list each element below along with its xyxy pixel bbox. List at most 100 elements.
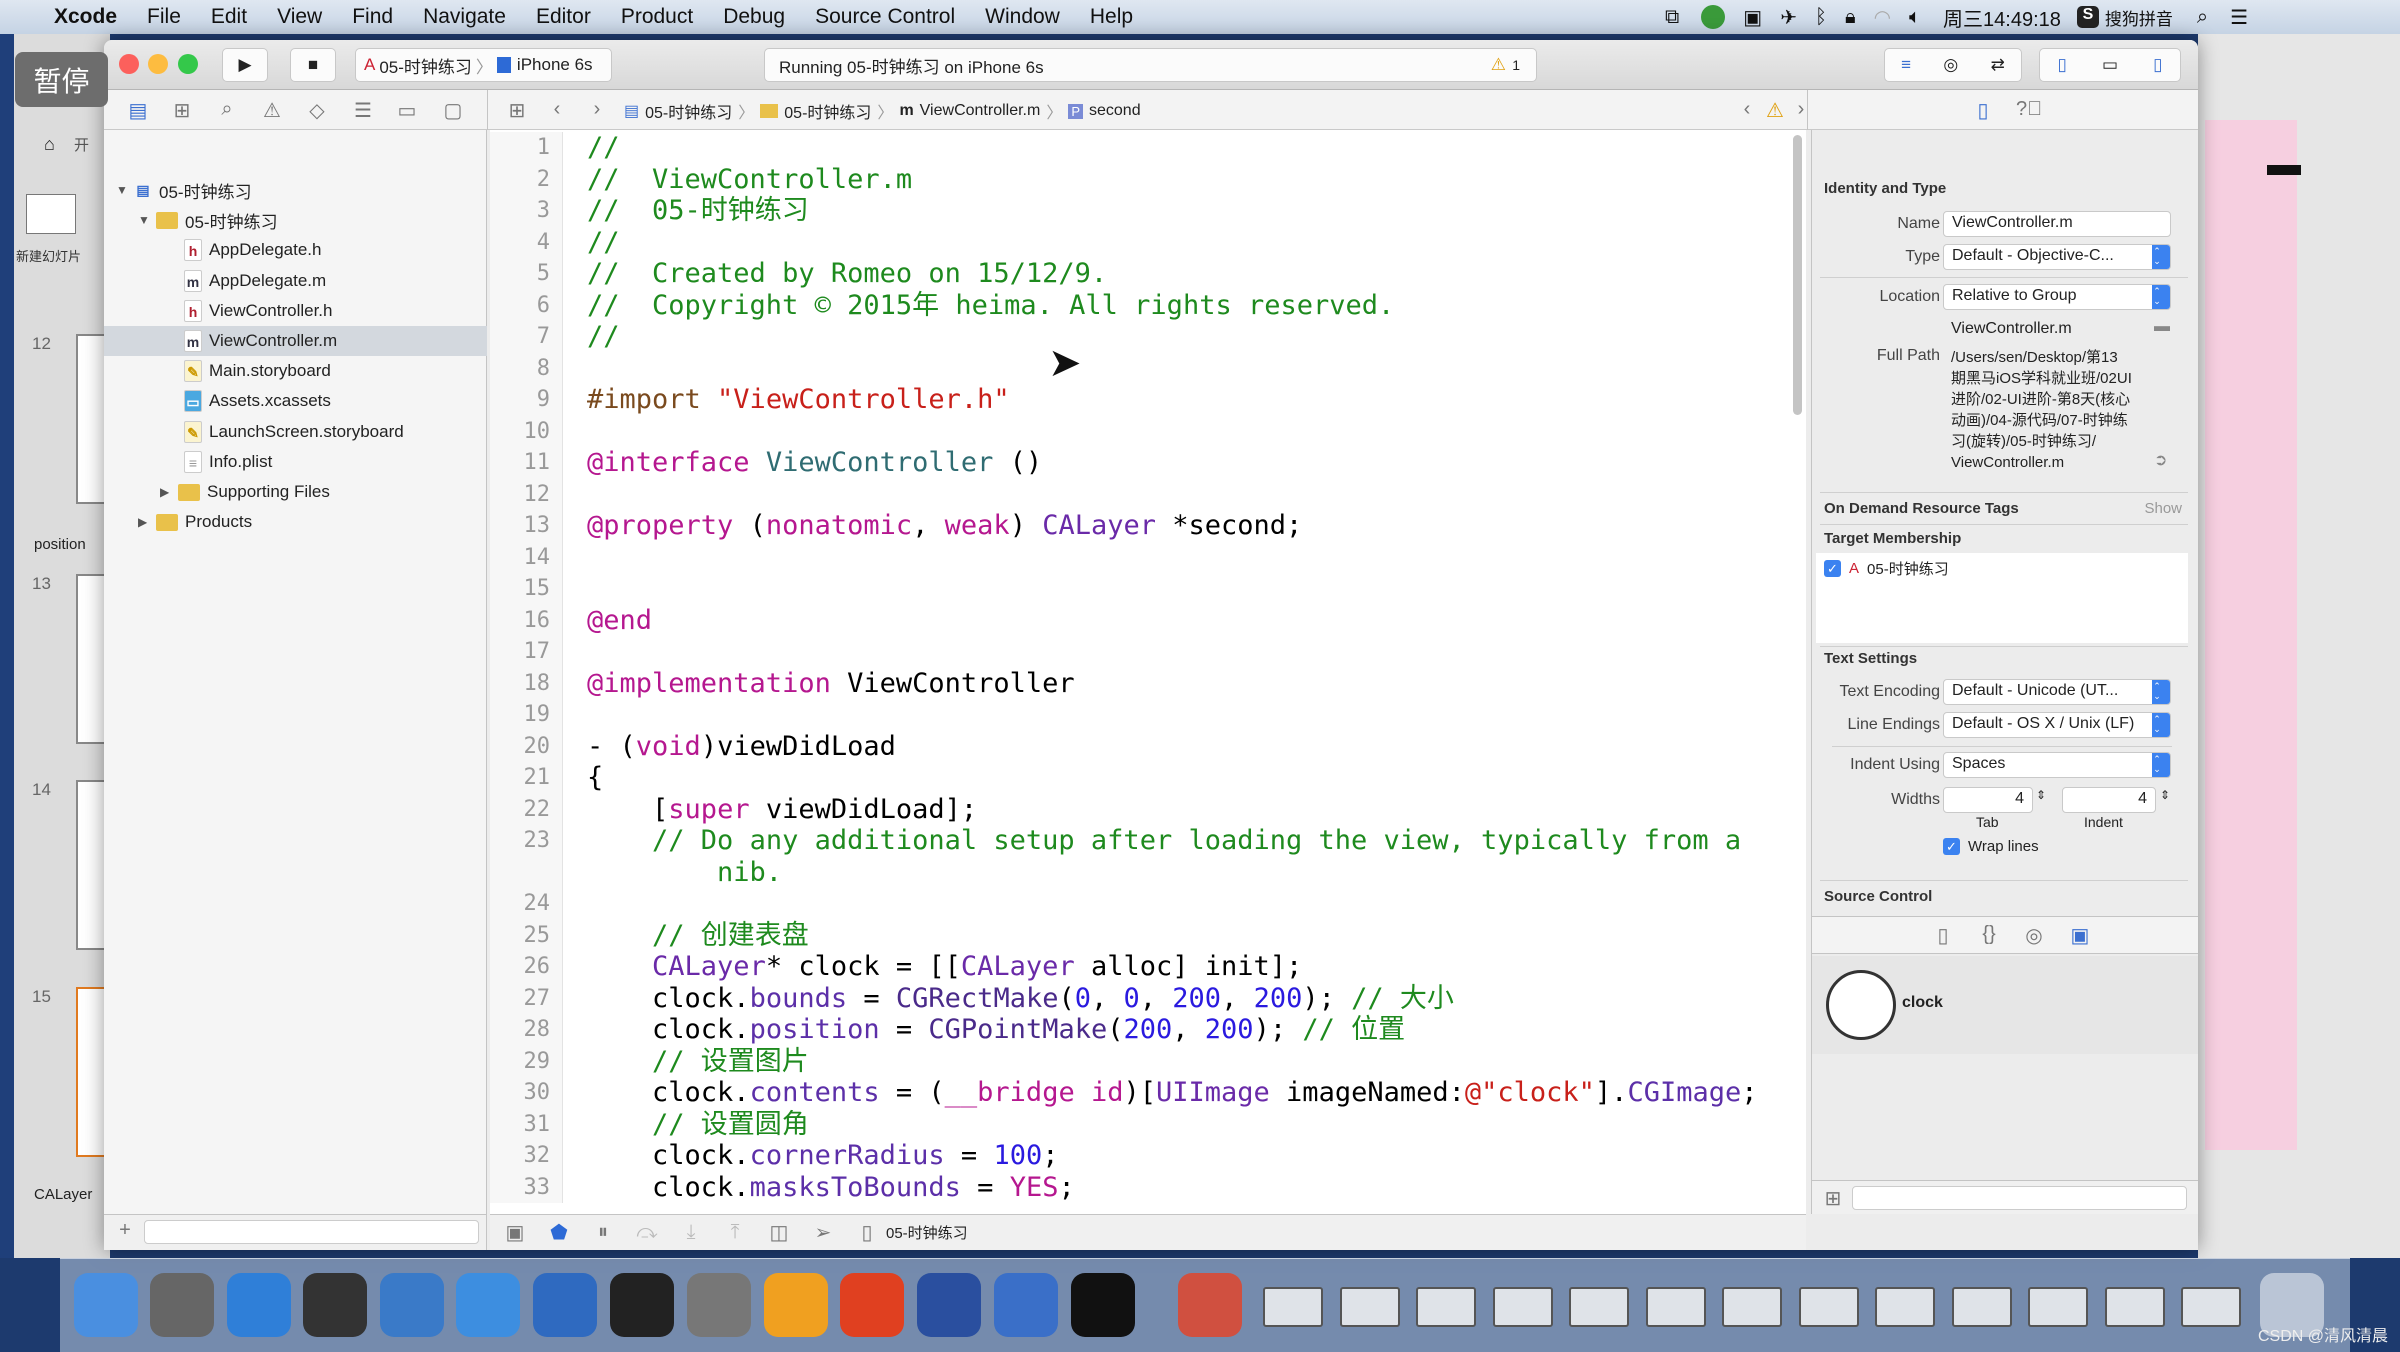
menu-window[interactable]: Window [985,5,1060,29]
code-line[interactable]: 30 clock.contents = (__bridge id)[UIImag… [490,1077,1806,1109]
minimized-window[interactable] [1263,1287,1323,1327]
standard-editor-icon[interactable]: ≡ [1901,55,1911,75]
line-number[interactable]: 4 [490,226,563,258]
code-line[interactable]: 21 { [490,762,1806,794]
type-popup[interactable]: Default - Objective-C... [1943,244,2171,270]
stop-button[interactable]: ■ [290,48,336,82]
line-number[interactable]: 3 [490,195,563,227]
line-number[interactable]: 28 [490,1014,563,1046]
debug-area-toggle-icon[interactable]: ▭ [2102,55,2118,75]
line-number[interactable]: 25 [490,919,563,951]
player-icon[interactable] [1701,5,1726,29]
assistant-editor-icon[interactable]: ◎ [1943,55,1958,75]
finder-icon[interactable] [74,1273,138,1337]
code-line[interactable]: 5 // Created by Romeo on 15/12/9. [490,258,1806,290]
code-line[interactable]: 28 clock.position = CGPointMake(200, 200… [490,1014,1806,1046]
minimized-window[interactable] [1722,1287,1782,1327]
next-issue-icon[interactable]: › [1788,98,1814,121]
line-number[interactable]: 24 [490,888,563,920]
launchpad-icon[interactable] [150,1273,214,1337]
code-line[interactable]: 4 // [490,226,1806,258]
navigator-toggle-icon[interactable]: ▯ [2058,55,2067,75]
screen-capture-icon[interactable]: ⧉ [1665,6,1679,29]
add-icon[interactable]: + [112,1219,138,1242]
code-line[interactable]: 15 [490,573,1806,605]
menu-edit[interactable]: Edit [211,5,247,29]
minimized-window[interactable] [1645,1287,1706,1327]
code-line[interactable]: 13 @property (nonatomic, weak) CALayer *s… [490,510,1806,542]
view-debugger-icon[interactable]: ◫ [766,1220,792,1245]
symbol-navigator-icon[interactable]: ⊞ [169,98,195,123]
line-number[interactable]: 21 [490,762,563,794]
indent-width-stepper[interactable]: ⇕ [2160,788,2170,802]
location-icon[interactable]: ➢ [810,1220,836,1245]
terminal-icon[interactable] [610,1273,674,1337]
breakpoints-toggle-icon[interactable]: ⬟ [546,1220,572,1245]
minimized-window[interactable] [1875,1287,1935,1327]
code-line[interactable]: 33 clock.masksToBounds = YES; [490,1171,1806,1203]
line-number[interactable]: 12 [490,478,563,510]
navigator-item[interactable]: m AppDelegate.m [104,266,487,296]
menu-help[interactable]: Help [1090,5,1133,29]
encoding-popup[interactable]: Default - Unicode (UT... [1943,679,2171,705]
xcode-beta-icon[interactable] [533,1273,597,1337]
menu-navigate[interactable]: Navigate [423,5,506,29]
navigator-filter-input[interactable] [144,1220,479,1244]
navigator-item[interactable]: ▭ Assets.xcassets [104,386,487,416]
minimized-window[interactable] [1492,1287,1553,1327]
line-number[interactable]: 14 [490,541,563,573]
minimized-window[interactable] [2028,1287,2088,1327]
grid-view-icon[interactable]: ⊞ [1820,1186,1846,1211]
line-number[interactable]: 15 [490,573,563,605]
code-line[interactable]: 19 [490,699,1806,731]
navigator-item[interactable]: h AppDelegate.h [104,235,487,265]
menu-debug[interactable]: Debug [723,5,785,29]
find-navigator-icon[interactable]: ⌕ [214,98,240,121]
code-line[interactable]: 6 // Copyright © 2015年 heima. All rights … [490,289,1806,321]
forward-icon[interactable]: › [584,98,610,121]
minimized-window[interactable] [1798,1287,1859,1327]
issue-warning-icon[interactable]: ⚠ [1762,98,1788,123]
keynote-icon[interactable] [380,1273,444,1337]
paw-icon[interactable] [840,1273,904,1337]
disclosure-open-icon[interactable]: ▼ [116,183,130,197]
line-number[interactable]: 33 [490,1171,563,1203]
mouse-icon[interactable] [303,1273,367,1337]
reveal-arrow-icon[interactable]: ➲ [2154,450,2167,470]
related-items-icon[interactable]: ⊞ [504,98,530,123]
screen-sharing-icon[interactable] [994,1273,1058,1337]
line-number[interactable]: 20 [490,730,563,762]
minimized-window[interactable] [1416,1287,1476,1327]
xcode-icon[interactable] [456,1273,520,1337]
minimized-window[interactable] [2181,1287,2241,1327]
wifi-icon[interactable]: ◠ [1874,5,1891,30]
line-number[interactable]: 16 [490,604,563,636]
code-line[interactable]: 1 // [490,132,1806,164]
navigator-item[interactable]: ≡ Info.plist [104,447,487,477]
code-line[interactable]: 3 // 05-时钟练习 [490,195,1806,227]
back-icon[interactable]: ‹ [544,98,570,121]
hide-debug-area-icon[interactable]: ▣ [502,1220,528,1245]
close-button[interactable] [119,54,139,74]
pause-overlay[interactable]: 暂停 [15,52,108,107]
warning-count[interactable]: 1 [1512,57,1520,73]
camera-icon[interactable]: ▣ [1743,5,1762,30]
line-number[interactable]: 23 [490,825,563,888]
preview-icon[interactable] [1178,1273,1242,1337]
target-row[interactable]: ✓ A 05-时钟练习 [1816,553,2188,584]
code-line[interactable]: 20 - (void)viewDidLoad [490,730,1806,762]
line-number[interactable]: 19 [490,699,563,731]
version-editor-icon[interactable]: ⇄ [1991,55,2005,75]
clock-text[interactable]: 周三14:49:18 [1943,3,2061,32]
code-line[interactable]: 11 @interface ViewController () [490,447,1806,479]
menu-source-control[interactable]: Source Control [815,5,955,29]
disclosure-closed-icon[interactable]: ▶ [138,515,152,529]
line-number[interactable]: 30 [490,1077,563,1109]
line-endings-popup[interactable]: Default - OS X / Unix (LF) [1943,712,2171,738]
line-number[interactable]: 17 [490,636,563,668]
minimized-window[interactable] [1951,1287,2012,1327]
run-button[interactable]: ▶ [222,48,268,82]
code-line[interactable]: 23 // Do any additional setup after load… [490,825,1806,888]
quicktime-icon[interactable] [917,1273,981,1337]
tab-width-stepper[interactable]: ⇕ [2036,788,2046,802]
